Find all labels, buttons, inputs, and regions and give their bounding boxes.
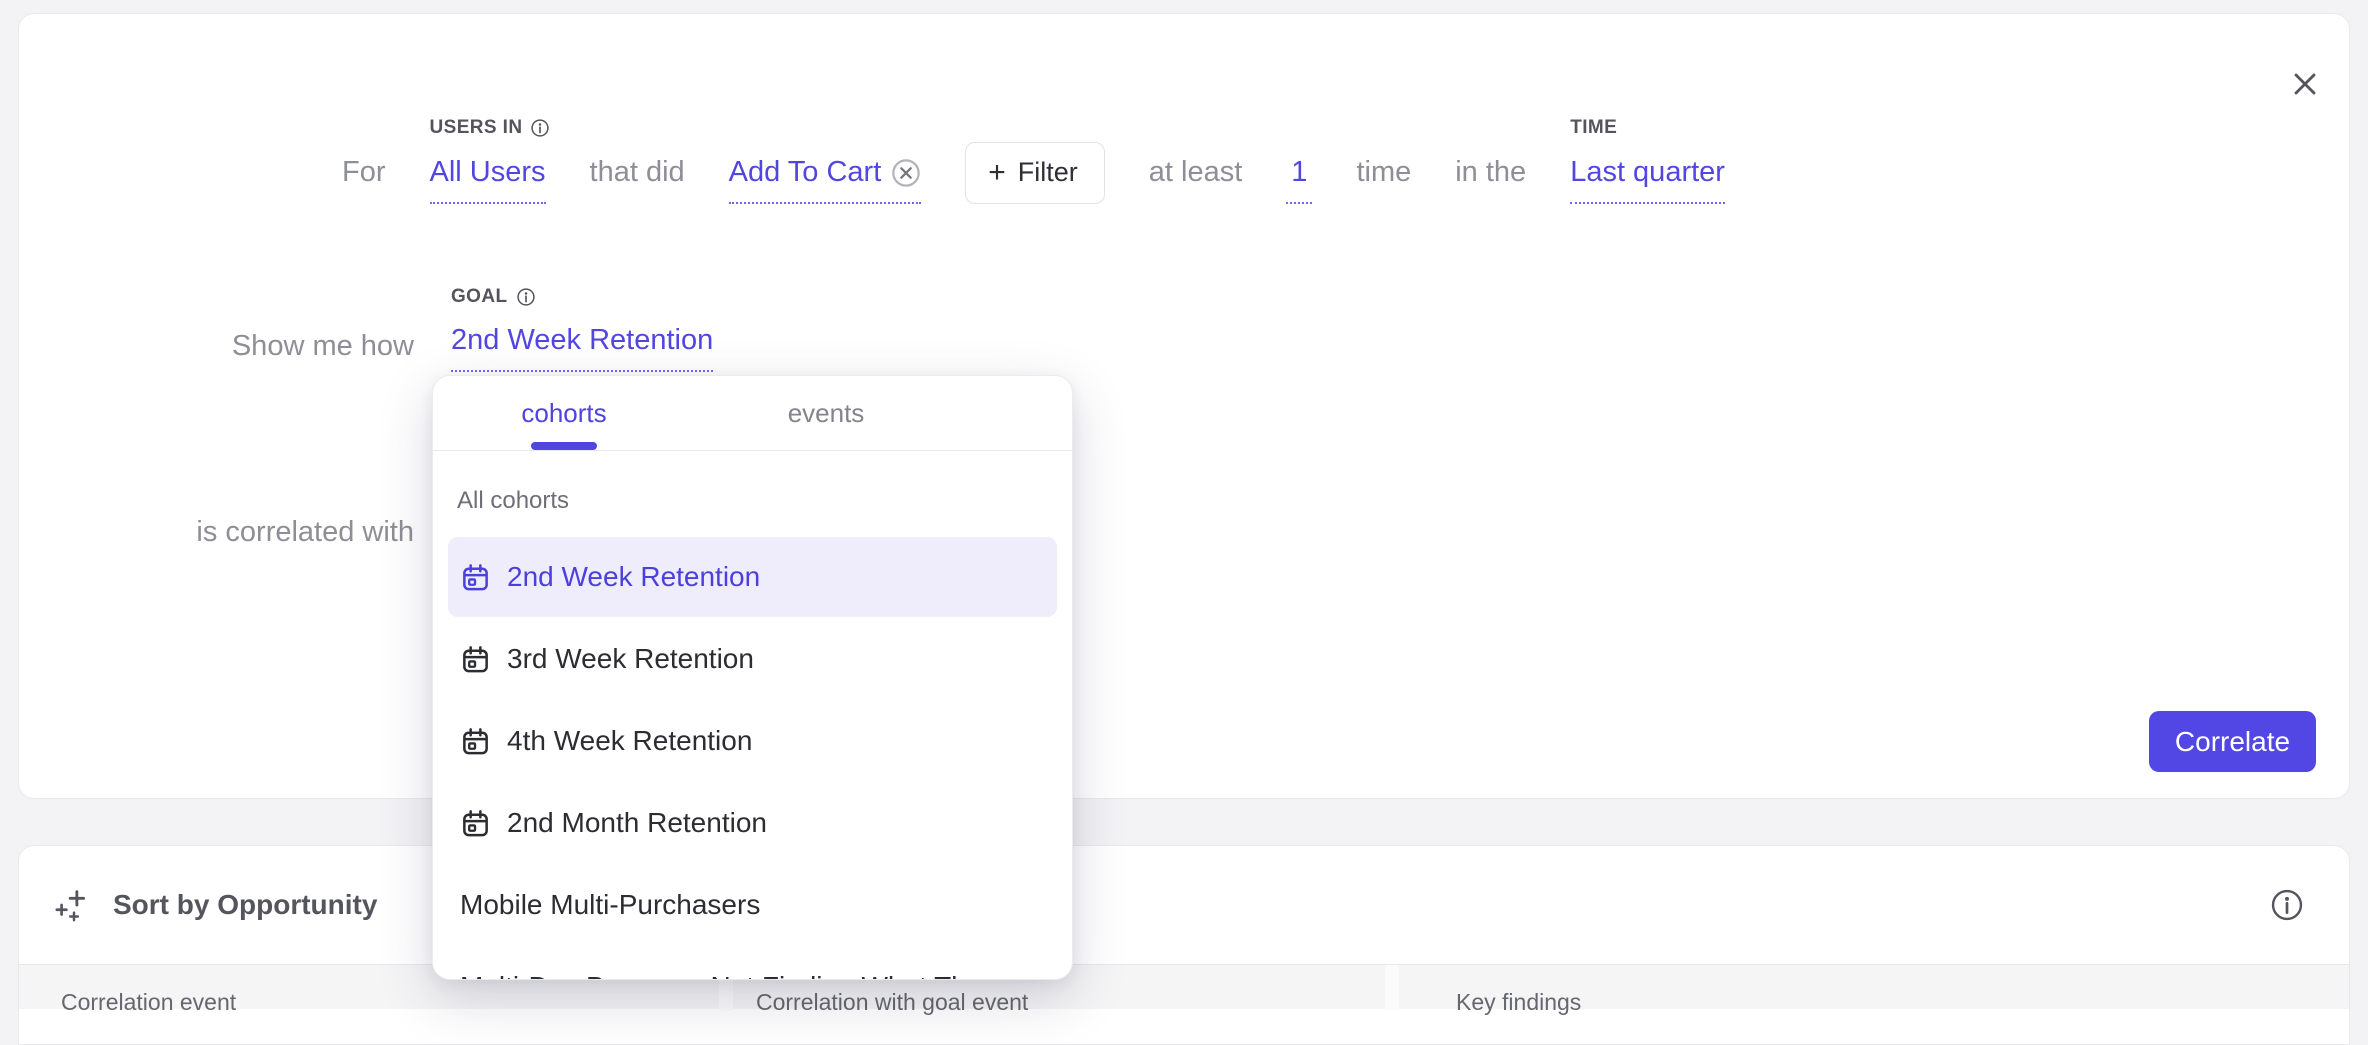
cohort-item-label: 3rd Week Retention	[507, 643, 754, 675]
calendar-icon	[460, 644, 491, 675]
cohort-item-label: 2nd Month Retention	[507, 807, 767, 839]
cohort-item-label: 4th Week Retention	[507, 725, 752, 757]
time-label-text: TIME	[1570, 117, 1617, 139]
active-tab-indicator	[531, 442, 597, 450]
sort-by-opportunity-button[interactable]: Sort by Opportunity	[53, 884, 377, 926]
event-selector[interactable]: Add To Cart	[729, 156, 922, 204]
remove-event-icon[interactable]	[891, 158, 921, 188]
count-selector[interactable]: 1	[1286, 156, 1312, 204]
cohort-list-item[interactable]: Multi-Day Browsers Not Finding What They	[448, 947, 1057, 980]
cohort-list-item[interactable]: 2nd Week Retention	[448, 537, 1057, 617]
query-connector-that-did: that did	[590, 156, 685, 189]
column-header-key-findings: Key findings	[1456, 989, 1581, 1016]
cohort-item-label: Mobile Multi-Purchasers	[460, 889, 760, 921]
calendar-icon	[460, 726, 491, 757]
query-row-definition: For USERS IN All Users that did Add To C…	[342, 142, 1725, 204]
filter-button-label: Filter	[1018, 157, 1078, 188]
tab-cohorts[interactable]: cohorts	[433, 376, 695, 450]
tab-events[interactable]: events	[695, 376, 957, 450]
goal-dropdown: cohorts events All cohorts 2nd Week Rete…	[432, 375, 1073, 980]
section-label: All cohorts	[457, 487, 1057, 515]
results-header: Sort by Opportunity	[19, 846, 2349, 964]
calendar-icon	[460, 808, 491, 839]
calendar-icon	[460, 562, 491, 593]
tab-cohorts-label: cohorts	[521, 398, 606, 429]
cohort-list-item[interactable]: 2nd Month Retention	[448, 783, 1057, 863]
users-value[interactable]: All Users	[430, 156, 546, 189]
cohort-list-item[interactable]: 3rd Week Retention	[448, 619, 1057, 699]
time-range-value[interactable]: Last quarter	[1570, 156, 1725, 189]
info-icon	[2269, 887, 2305, 923]
close-button[interactable]	[2281, 60, 2329, 108]
add-filter-button[interactable]: + Filter	[965, 142, 1105, 204]
tab-events-label: events	[788, 398, 865, 429]
results-card: Sort by Opportunity Correlation event Co…	[18, 845, 2350, 1045]
results-info-button[interactable]	[2265, 883, 2309, 927]
sort-button-label: Sort by Opportunity	[113, 889, 377, 921]
query-builder-card: For USERS IN All Users that did Add To C…	[18, 13, 2350, 799]
plus-icon: +	[988, 156, 1006, 190]
column-divider	[1385, 965, 1399, 1010]
cohort-list-item[interactable]: 4th Week Retention	[448, 701, 1057, 781]
users-in-label: USERS IN	[430, 117, 551, 139]
column-header-correlation-event: Correlation event	[61, 989, 236, 1016]
event-value[interactable]: Add To Cart	[729, 156, 882, 189]
time-range-selector[interactable]: TIME Last quarter	[1570, 156, 1725, 204]
column-header-correlation-with-goal-event: Correlation with goal event	[756, 989, 1028, 1016]
cohort-item-label: Multi-Day Browsers Not Finding What They	[460, 971, 996, 980]
cohort-list: 2nd Week Retention 3rd Week Retention 4t…	[448, 537, 1057, 980]
info-icon[interactable]	[516, 287, 536, 307]
query-connector-in-the: in the	[1455, 156, 1526, 189]
count-value[interactable]: 1	[1291, 156, 1307, 189]
info-icon[interactable]	[530, 118, 550, 138]
query-prefix-for: For	[342, 156, 386, 189]
goal-selector[interactable]: 2nd Week Retention	[451, 324, 713, 372]
correlate-button[interactable]: Correlate	[2149, 711, 2316, 772]
goal-label: GOAL	[451, 286, 536, 308]
cohort-list-item[interactable]: Mobile Multi-Purchasers	[448, 865, 1057, 945]
goal-label-text: GOAL	[451, 286, 508, 308]
opportunity-sparkle-icon	[53, 884, 95, 926]
dropdown-body: All cohorts 2nd Week Retention 3rd Week …	[433, 451, 1072, 980]
query-prefix-is-correlated-with: is correlated with	[19, 516, 414, 549]
query-prefix-show-me-how: Show me how	[19, 330, 414, 363]
results-table-header: Correlation event Correlation with goal …	[19, 964, 2349, 1009]
dropdown-tabs: cohorts events	[433, 376, 1072, 451]
query-connector-time: time	[1356, 156, 1411, 189]
users-in-label-text: USERS IN	[430, 117, 523, 139]
close-icon	[2289, 68, 2321, 100]
cohort-item-label: 2nd Week Retention	[507, 561, 760, 593]
query-connector-at-least: at least	[1149, 156, 1243, 189]
users-selector[interactable]: USERS IN All Users	[430, 156, 546, 204]
time-label: TIME	[1570, 117, 1617, 139]
